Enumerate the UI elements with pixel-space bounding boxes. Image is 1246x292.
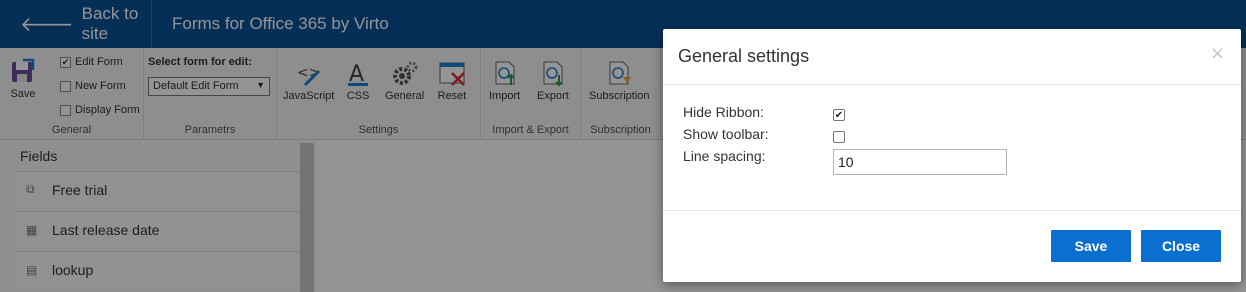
show-toolbar-label: Show toolbar:	[683, 126, 769, 142]
line-spacing-label: Line spacing:	[683, 148, 766, 164]
general-settings-dialog: General settings × Hide Ribbon: ✔ Show t…	[663, 29, 1241, 282]
dialog-title: General settings	[678, 46, 810, 66]
close-button[interactable]: Close	[1141, 230, 1221, 262]
divider	[663, 210, 1241, 211]
save-button[interactable]: Save	[1051, 230, 1131, 262]
hide-ribbon-checkbox[interactable]: ✔	[833, 109, 845, 121]
hide-ribbon-label: Hide Ribbon:	[683, 104, 764, 120]
divider	[663, 84, 1241, 85]
close-icon[interactable]: ×	[1210, 43, 1225, 64]
show-toolbar-checkbox[interactable]	[833, 131, 845, 143]
line-spacing-input[interactable]	[833, 149, 1007, 175]
